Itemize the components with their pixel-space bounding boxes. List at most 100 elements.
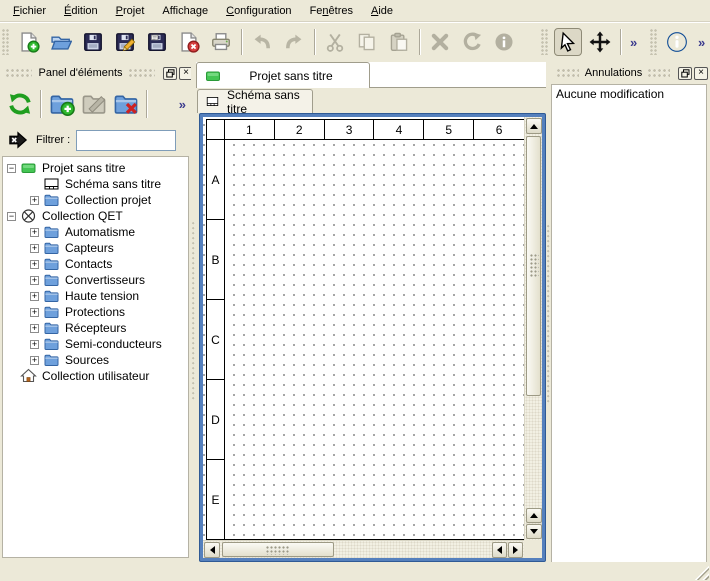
print-button[interactable] — [207, 28, 235, 56]
floppy-pencil-icon — [114, 31, 136, 53]
column-header: 6 — [474, 120, 524, 140]
tree-item-capteurs[interactable]: +Capteurs — [3, 240, 188, 256]
expand-icon[interactable]: + — [30, 292, 39, 301]
rotate-button[interactable] — [458, 28, 486, 56]
thumb-grip — [530, 254, 539, 278]
project-icon — [205, 68, 221, 84]
tree-item-contacts[interactable]: +Contacts — [3, 256, 188, 272]
tree-item-semi-conducteurs[interactable]: +Semi-conducteurs — [3, 336, 188, 352]
menu-affichage[interactable]: Affichage — [153, 2, 217, 20]
expand-icon[interactable]: + — [30, 276, 39, 285]
clear-filter-icon[interactable] — [8, 130, 28, 150]
horizontal-scroll-thumb[interactable] — [222, 542, 334, 557]
scroll-down-button[interactable] — [526, 524, 542, 539]
elements-tree[interactable]: −Projet sans titre Schéma sans titre +Co… — [2, 156, 189, 558]
redo-button[interactable] — [280, 28, 308, 56]
expand-icon[interactable]: + — [30, 356, 39, 365]
menu-aide[interactable]: Aide — [362, 2, 402, 20]
project-tab-label: Projet sans titre — [221, 69, 361, 83]
left-splitter[interactable] — [191, 62, 196, 562]
redo-icon — [283, 31, 305, 53]
collapse-icon[interactable]: − — [7, 164, 16, 173]
undo-list-item[interactable]: Aucune modification — [552, 85, 706, 102]
filter-input[interactable] — [76, 130, 176, 151]
undo-panel-titlebar[interactable]: Annulations × — [551, 64, 710, 82]
delete-category-button[interactable] — [110, 88, 142, 120]
diagram-viewport-inner: 1 2 3 4 5 6 A B C D E — [203, 117, 542, 558]
tree-item-collection-qet[interactable]: −Collection QET — [3, 208, 188, 224]
open-folder-icon — [50, 31, 72, 53]
resize-grip[interactable] — [694, 565, 709, 580]
save-button[interactable] — [79, 28, 107, 56]
menu-projet[interactable]: Projet — [107, 2, 154, 20]
close-dock-button[interactable]: × — [694, 67, 708, 80]
tree-item-haute-tension[interactable]: +Haute tension — [3, 288, 188, 304]
expand-icon[interactable]: + — [30, 228, 39, 237]
new-document-button[interactable] — [15, 28, 43, 56]
vertical-scroll-thumb[interactable] — [526, 136, 541, 396]
tab-schema-sans-titre[interactable]: Schéma sans titre — [197, 89, 313, 113]
tree-item-automatisme[interactable]: +Automatisme — [3, 224, 188, 240]
float-dock-button[interactable] — [678, 67, 692, 80]
scissors-icon — [324, 31, 346, 53]
menu-configuration[interactable]: Configuration — [217, 2, 300, 20]
tree-item-collection-utilisateur[interactable]: Collection utilisateur — [3, 368, 188, 384]
info-toolbar: » — [650, 22, 707, 62]
menu-fenetres[interactable]: Fenêtres — [301, 2, 362, 20]
open-button[interactable] — [47, 28, 75, 56]
element-info-button[interactable] — [490, 28, 518, 56]
diagram-info-button[interactable] — [663, 28, 691, 56]
save-as-button[interactable] — [111, 28, 139, 56]
horizontal-scrollbar[interactable] — [203, 540, 524, 558]
scroll-up-button-2[interactable] — [526, 508, 542, 523]
expand-icon[interactable]: + — [30, 340, 39, 349]
toolbar-handle[interactable] — [541, 29, 549, 55]
menu-fichier[interactable]: Fichier — [4, 2, 55, 20]
collapse-icon[interactable]: − — [7, 212, 16, 221]
scroll-left-button[interactable] — [204, 542, 220, 558]
edit-category-button[interactable] — [78, 88, 110, 120]
tree-item-projet-sans-titre[interactable]: −Projet sans titre — [3, 160, 188, 176]
frame-corner-cell — [207, 120, 225, 140]
tab-projet-sans-titre[interactable]: Projet sans titre — [196, 62, 370, 88]
diagram-canvas[interactable]: 1 2 3 4 5 6 A B C D E — [203, 117, 524, 540]
tree-item-convertisseurs[interactable]: +Convertisseurs — [3, 272, 188, 288]
column-header: 3 — [325, 120, 375, 140]
toolbar-overflow-button[interactable]: » — [695, 35, 707, 50]
toolbar-overflow-button[interactable]: » — [176, 97, 188, 112]
save-all-button[interactable] — [143, 28, 171, 56]
tree-item-recepteurs[interactable]: +Récepteurs — [3, 320, 188, 336]
copy-button[interactable] — [353, 28, 381, 56]
toolbar-handle[interactable] — [650, 29, 658, 55]
new-category-button[interactable] — [46, 88, 78, 120]
tree-item-protections[interactable]: +Protections — [3, 304, 188, 320]
scroll-left-button-2[interactable] — [492, 542, 507, 558]
cut-button[interactable] — [321, 28, 349, 56]
close-file-button[interactable] — [175, 28, 203, 56]
tree-item-collection-projet[interactable]: +Collection projet — [3, 192, 188, 208]
reload-collections-button[interactable] — [4, 88, 36, 120]
vertical-scrollbar[interactable] — [524, 117, 542, 540]
expand-icon[interactable]: + — [30, 244, 39, 253]
undo-history-list[interactable]: Aucune modification — [551, 84, 707, 567]
expand-icon[interactable]: + — [30, 196, 39, 205]
float-dock-button[interactable] — [163, 67, 177, 80]
paste-button[interactable] — [385, 28, 413, 56]
pan-mode-button[interactable] — [586, 28, 614, 56]
folder-icon — [43, 304, 60, 320]
toolbar-handle[interactable] — [2, 29, 10, 55]
menu-edition[interactable]: Édition — [55, 2, 107, 20]
undo-button[interactable] — [248, 28, 276, 56]
expand-icon[interactable]: + — [30, 324, 39, 333]
tree-item-schema-sans-titre[interactable]: Schéma sans titre — [3, 176, 188, 192]
toolbar-overflow-button[interactable]: » — [627, 35, 639, 50]
select-mode-button[interactable] — [554, 28, 582, 56]
tree-item-sources[interactable]: +Sources — [3, 352, 188, 368]
project-icon — [20, 160, 37, 176]
elements-panel-titlebar[interactable]: Panel d'éléments × — [0, 64, 196, 82]
scroll-right-button[interactable] — [508, 542, 523, 558]
scroll-up-button[interactable] — [526, 118, 542, 134]
delete-button[interactable] — [426, 28, 454, 56]
expand-icon[interactable]: + — [30, 260, 39, 269]
expand-icon[interactable]: + — [30, 308, 39, 317]
